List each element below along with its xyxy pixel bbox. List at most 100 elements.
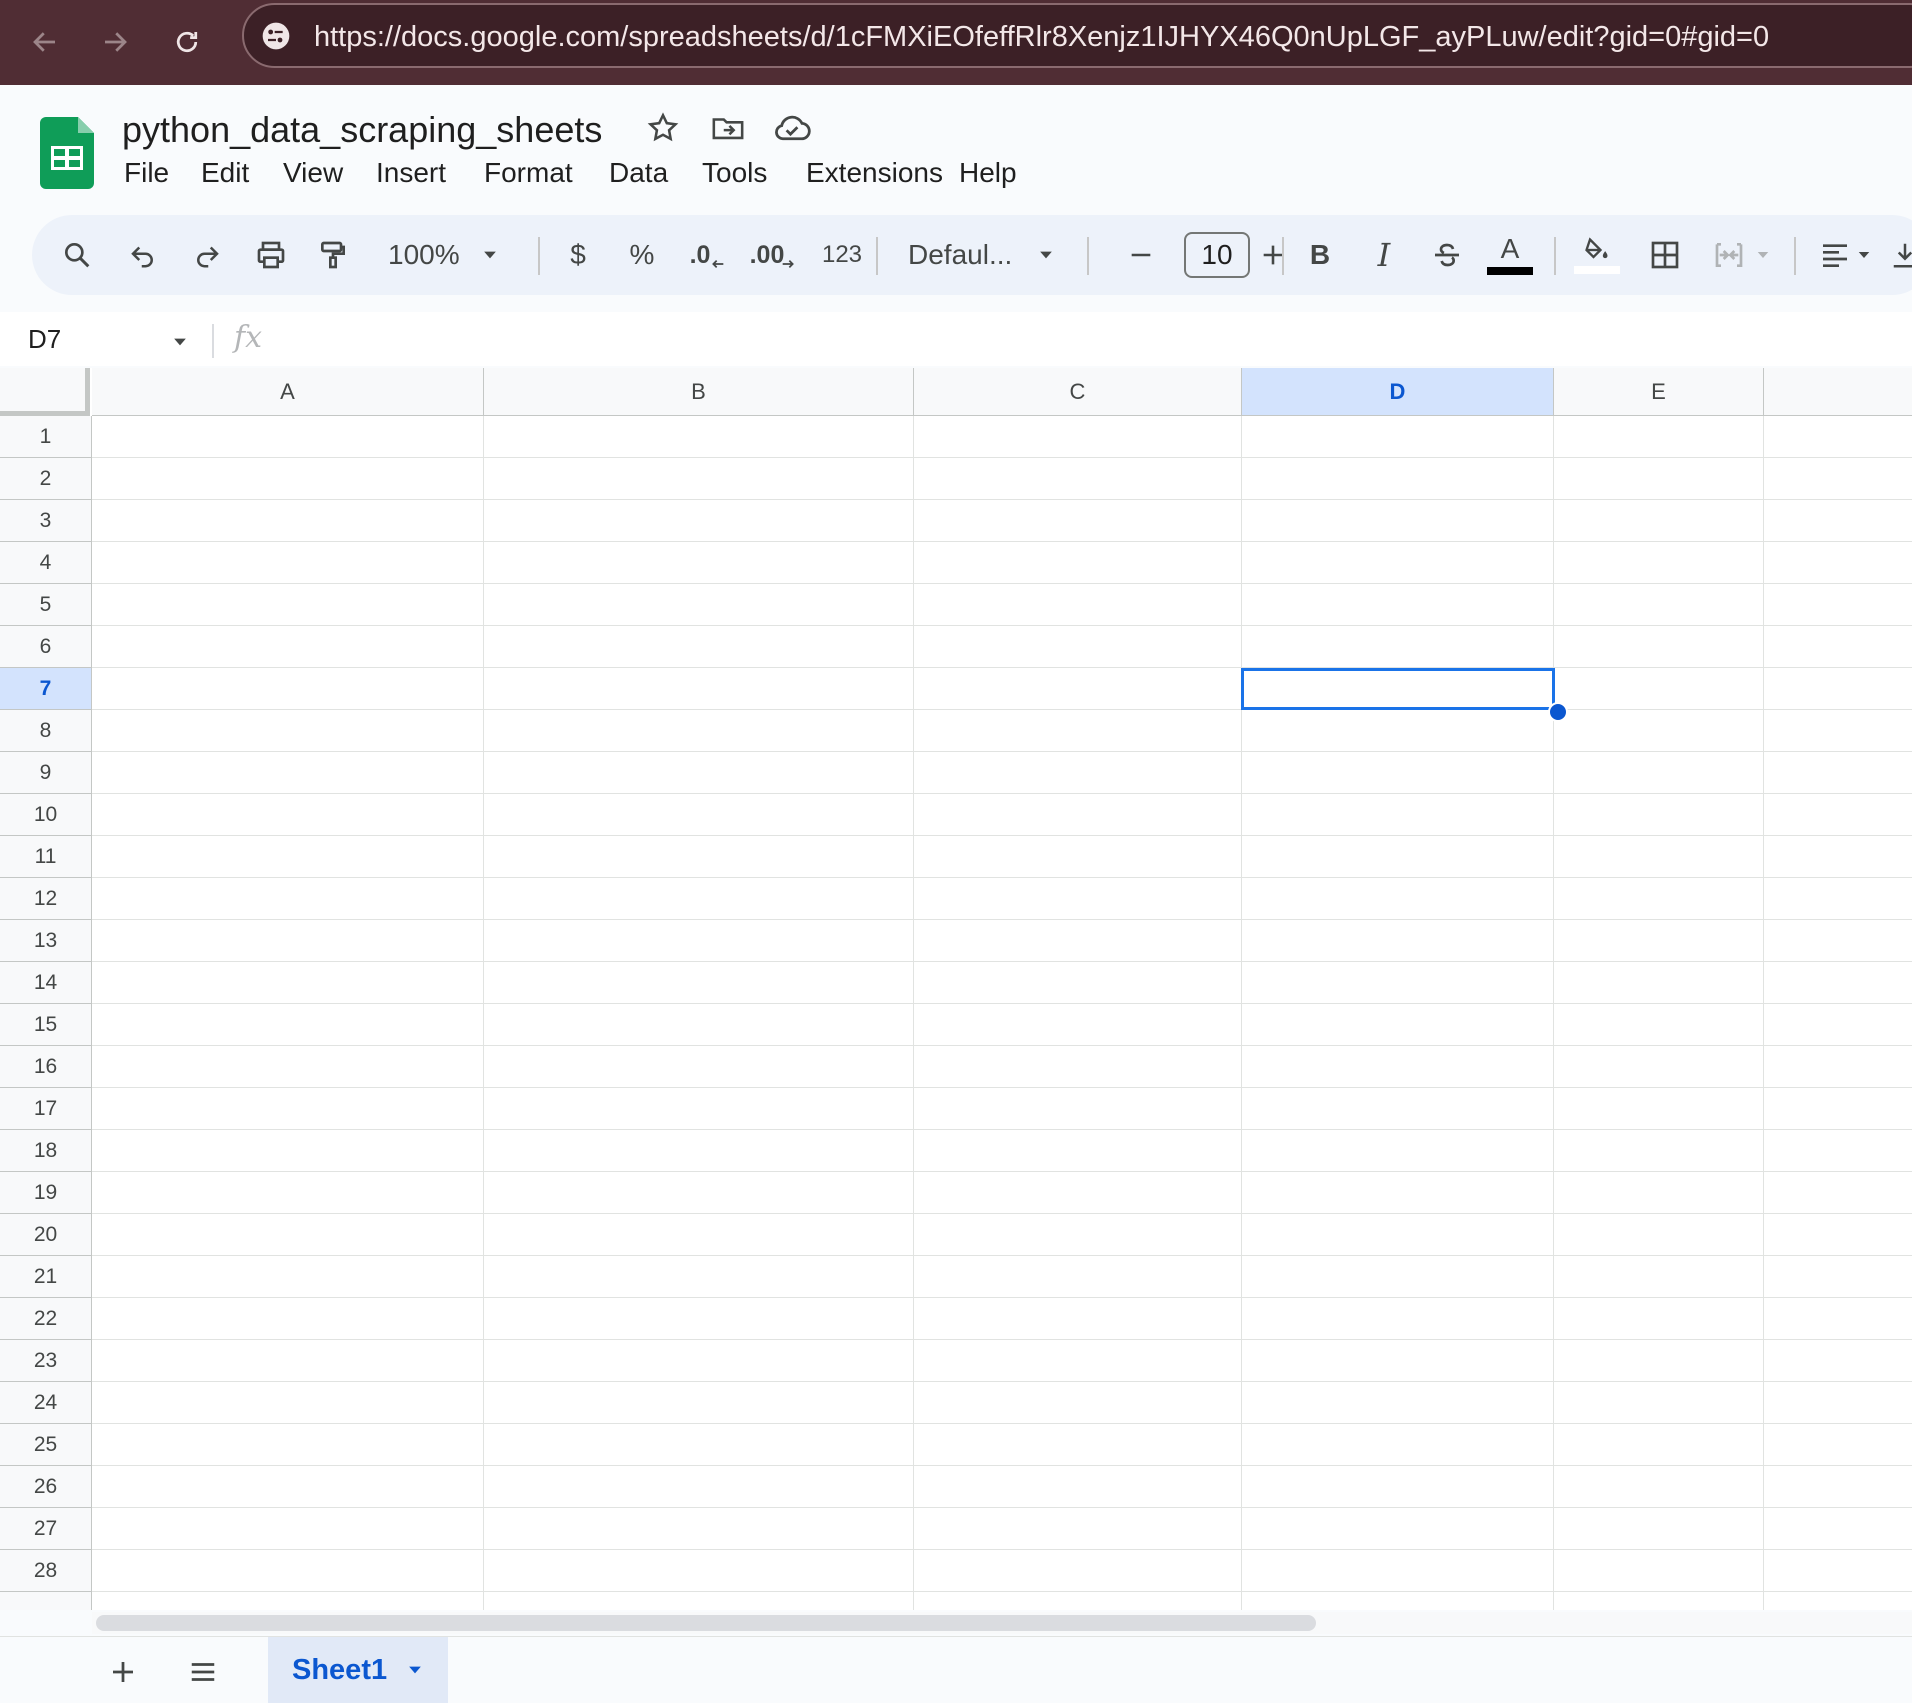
text-color-button[interactable]: A: [1485, 215, 1535, 295]
column-header-b[interactable]: B: [484, 368, 914, 416]
menu-tools[interactable]: Tools: [688, 157, 781, 189]
back-button[interactable]: [20, 17, 70, 67]
horizontal-scrollbar-thumb[interactable]: [96, 1615, 1316, 1631]
more-formats-button[interactable]: 123: [812, 215, 872, 295]
formula-input[interactable]: [290, 324, 1890, 356]
redo-button[interactable]: [182, 215, 232, 295]
column-header-f[interactable]: [1764, 368, 1912, 416]
borders-button[interactable]: [1640, 215, 1690, 295]
row-header-20[interactable]: 20: [0, 1214, 92, 1256]
menu-view[interactable]: View: [269, 157, 357, 189]
horizontal-align-button[interactable]: [1808, 215, 1884, 295]
menu-insert[interactable]: Insert: [362, 157, 460, 189]
add-sheet-button[interactable]: [98, 1647, 148, 1697]
spreadsheet-grid[interactable]: A B C D E 1 2 3 4 5 6 7 8 9 10 11 12 13 14 15 16 17 18 19 2…: [0, 368, 1912, 1610]
url-text: https://docs.google.com/spreadsheets/d/1…: [314, 21, 1770, 53]
caret-down-icon[interactable]: [170, 332, 190, 352]
address-bar[interactable]: https://docs.google.com/spreadsheets/d/1…: [242, 3, 1912, 68]
row-header-4[interactable]: 4: [0, 542, 92, 584]
menu-file[interactable]: File: [110, 157, 183, 189]
cloud-saved-icon[interactable]: [772, 111, 812, 145]
row-header-3[interactable]: 3: [0, 500, 92, 542]
row-header-26[interactable]: 26: [0, 1466, 92, 1508]
grid-line: [92, 1549, 1912, 1550]
column-header-c[interactable]: C: [914, 368, 1242, 416]
row-header-2[interactable]: 2: [0, 458, 92, 500]
grid-line: [92, 751, 1912, 752]
move-folder-icon[interactable]: [710, 111, 746, 145]
font-family-select[interactable]: Defaul...: [908, 215, 1068, 295]
row-header-7[interactable]: 7: [0, 668, 92, 710]
row-header-28[interactable]: 28: [0, 1550, 92, 1592]
grid-line: [92, 835, 1912, 836]
fill-color-button[interactable]: [1572, 215, 1622, 295]
merge-cells-icon: [1715, 243, 1743, 267]
increase-font-size-button[interactable]: [1248, 215, 1298, 295]
row-header-8[interactable]: 8: [0, 710, 92, 752]
row-header-16[interactable]: 16: [0, 1046, 92, 1088]
active-cell-d7[interactable]: [1241, 668, 1555, 710]
all-sheets-button[interactable]: [178, 1647, 228, 1697]
row-header-23[interactable]: 23: [0, 1340, 92, 1382]
decrease-decimal-button[interactable]: .0: [680, 215, 736, 295]
search-menus-button[interactable]: [52, 215, 102, 295]
row-header-15[interactable]: 15: [0, 1004, 92, 1046]
font-size-input[interactable]: 10: [1184, 232, 1250, 278]
row-header-6[interactable]: 6: [0, 626, 92, 668]
row-header-21[interactable]: 21: [0, 1256, 92, 1298]
row-header-9[interactable]: 9: [0, 752, 92, 794]
strikethrough-button[interactable]: [1422, 215, 1472, 295]
column-header-a[interactable]: A: [92, 368, 484, 416]
select-all-corner[interactable]: [0, 368, 90, 416]
merge-cells-button[interactable]: [1702, 215, 1782, 295]
menu-format[interactable]: Format: [470, 157, 587, 189]
row-header-1[interactable]: 1: [0, 416, 92, 458]
site-info-icon[interactable]: [260, 20, 292, 52]
undo-button[interactable]: [118, 215, 168, 295]
column-header-d[interactable]: D: [1242, 368, 1554, 416]
print-button[interactable]: [246, 215, 296, 295]
document-title[interactable]: python_data_scraping_sheets: [122, 109, 602, 151]
menu-help[interactable]: Help: [945, 157, 1031, 189]
caret-down-icon: [483, 251, 496, 259]
row-header-22[interactable]: 22: [0, 1298, 92, 1340]
zoom-select[interactable]: 100%: [388, 215, 518, 295]
name-box[interactable]: D7: [28, 324, 61, 355]
row-header-19[interactable]: 19: [0, 1172, 92, 1214]
paint-format-button[interactable]: [308, 215, 358, 295]
italic-button[interactable]: I: [1359, 215, 1409, 295]
horizontal-scrollbar[interactable]: [92, 1612, 1912, 1634]
star-icon[interactable]: [646, 111, 680, 145]
row-header-24[interactable]: 24: [0, 1382, 92, 1424]
row-header-17[interactable]: 17: [0, 1088, 92, 1130]
percent-format-button[interactable]: %: [617, 215, 667, 295]
grid-line: [92, 961, 1912, 962]
row-header-10[interactable]: 10: [0, 794, 92, 836]
sheets-logo-icon[interactable]: [40, 117, 94, 189]
row-header-5[interactable]: 5: [0, 584, 92, 626]
fill-handle[interactable]: [1548, 702, 1568, 722]
column-header-e[interactable]: E: [1554, 368, 1764, 416]
forward-button[interactable]: [90, 17, 140, 67]
reload-button[interactable]: [162, 17, 212, 67]
row-header-partial: [0, 1592, 92, 1610]
sheet-tab-sheet1[interactable]: Sheet1: [268, 1637, 448, 1703]
menu-extensions[interactable]: Extensions: [792, 157, 957, 189]
row-header-13[interactable]: 13: [0, 920, 92, 962]
bold-button[interactable]: B: [1295, 215, 1345, 295]
grid-line: [92, 919, 1912, 920]
currency-format-button[interactable]: $: [553, 215, 603, 295]
row-header-18[interactable]: 18: [0, 1130, 92, 1172]
menu-edit[interactable]: Edit: [187, 157, 263, 189]
row-header-25[interactable]: 25: [0, 1424, 92, 1466]
row-header-27[interactable]: 27: [0, 1508, 92, 1550]
row-header-12[interactable]: 12: [0, 878, 92, 920]
vertical-align-button[interactable]: [1890, 215, 1912, 295]
text-color-swatch: [1487, 267, 1533, 275]
menu-data[interactable]: Data: [595, 157, 682, 189]
decrease-font-size-button[interactable]: [1116, 215, 1166, 295]
row-header-11[interactable]: 11: [0, 836, 92, 878]
row-header-14[interactable]: 14: [0, 962, 92, 1004]
caret-down-icon[interactable]: [405, 1660, 425, 1680]
increase-decimal-button[interactable]: .00: [745, 215, 801, 295]
